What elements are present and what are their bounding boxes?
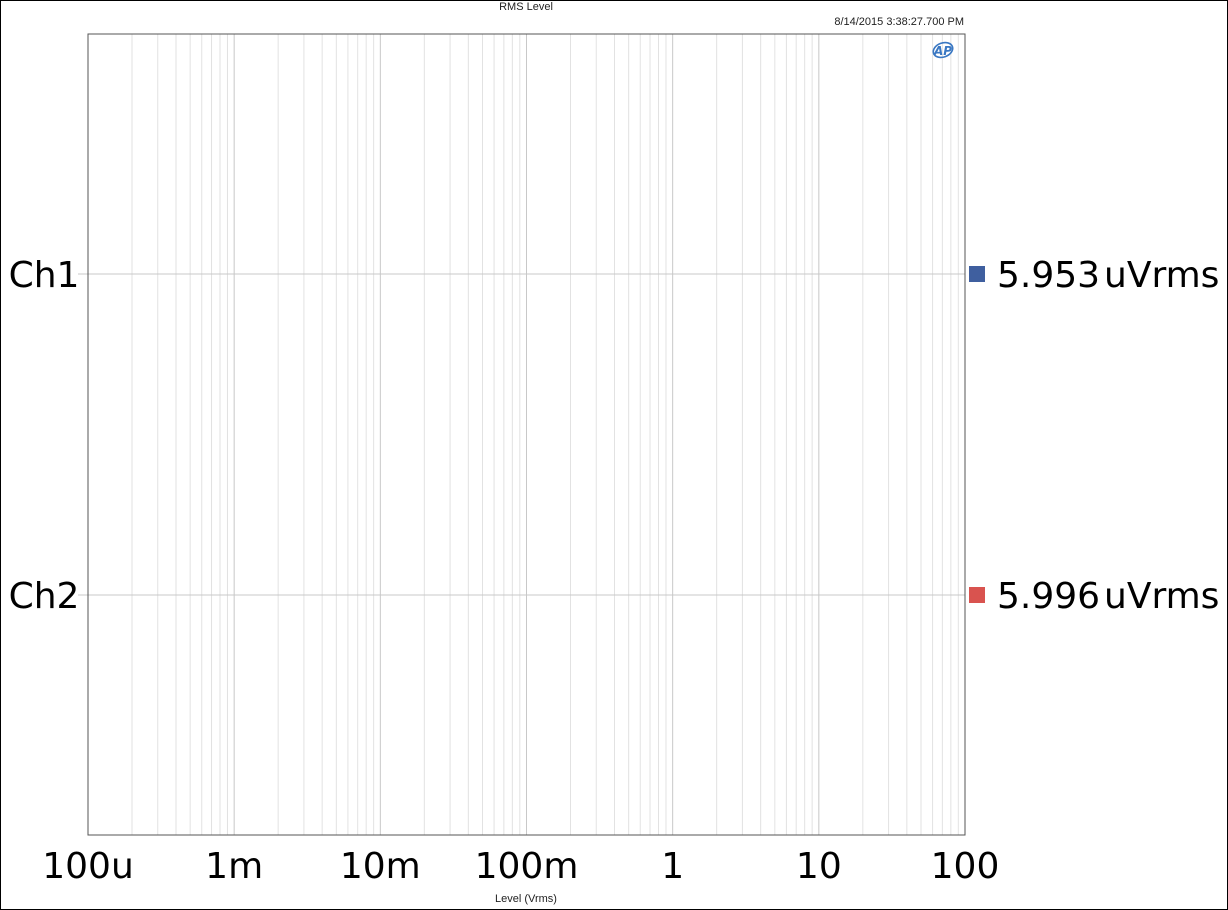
x-tick-label: 10m: [340, 846, 421, 887]
x-tick-label: 1m: [205, 846, 263, 887]
chart-plot: 100u 1m 10m 100m 1 10 100Ch1 5.953 uVrmsCh2 5.996…: [9, 33, 1219, 887]
readout-unit-ch2: uVrms: [1104, 576, 1219, 617]
grid-lines: [78, 34, 965, 835]
readout-value-ch2: 5.996: [997, 576, 1100, 617]
legend-swatch-ch1: [969, 266, 985, 282]
readout-unit-ch1: uVrms: [1104, 255, 1219, 296]
category-label-ch1: Ch1: [9, 255, 80, 296]
x-tick-label: 100: [931, 846, 1000, 887]
ap-logo-text: AP: [933, 44, 952, 58]
readout-value-ch1: 5.953: [997, 255, 1100, 296]
x-tick-label: 100m: [475, 846, 579, 887]
category-label-ch2: Ch2: [9, 576, 80, 617]
x-tick-label: 100u: [42, 846, 134, 887]
legend-swatch-ch2: [969, 587, 985, 603]
x-tick-label: 10: [796, 846, 842, 887]
x-tick-label: 1: [661, 846, 684, 887]
